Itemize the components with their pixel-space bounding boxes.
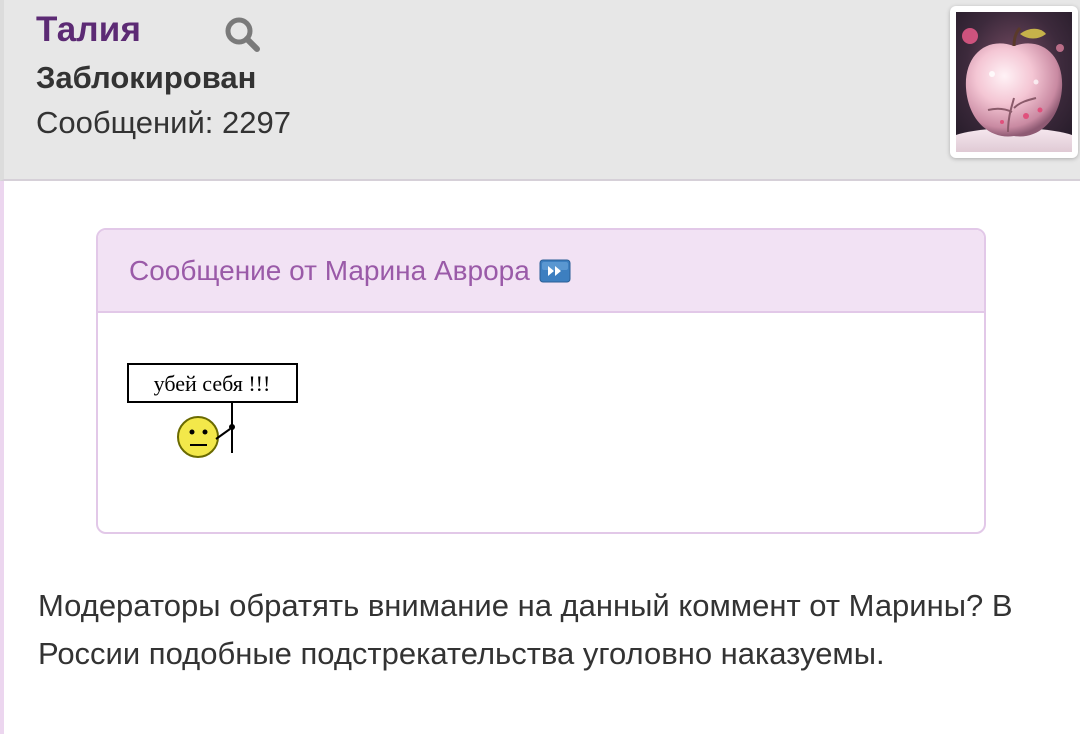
post-left-rule (0, 181, 4, 734)
quote-title: Сообщение от Марина Аврора (129, 254, 530, 286)
post-count-value: 2297 (222, 105, 291, 140)
quote-block: Сообщение от Марина Аврора убей себя !!! (96, 228, 986, 534)
post-message-text: Модераторы обратять внимание на данный к… (38, 588, 1013, 671)
jump-to-post-icon[interactable] (539, 259, 571, 283)
quote-header: Сообщение от Марина Аврора (98, 230, 984, 313)
post-header: Талия Заблокирован Сообщений: 2297 (0, 0, 1080, 181)
smiley-sign-text: убей себя !!! (154, 371, 271, 396)
search-icon[interactable] (222, 14, 262, 54)
post-count-label: Сообщений: (36, 105, 214, 140)
post-count: Сообщений: 2297 (36, 105, 291, 141)
quote-body: убей себя !!! (98, 313, 984, 532)
user-status: Заблокирован (36, 60, 257, 95)
username-link[interactable]: Талия (36, 10, 141, 50)
avatar[interactable] (950, 6, 1078, 158)
pink-apple-avatar-icon (956, 12, 1072, 152)
forum-post: Талия Заблокирован Сообщений: 2297 Сообщ… (0, 0, 1080, 734)
smiley-with-sign-icon: убей себя !!! (127, 363, 298, 458)
